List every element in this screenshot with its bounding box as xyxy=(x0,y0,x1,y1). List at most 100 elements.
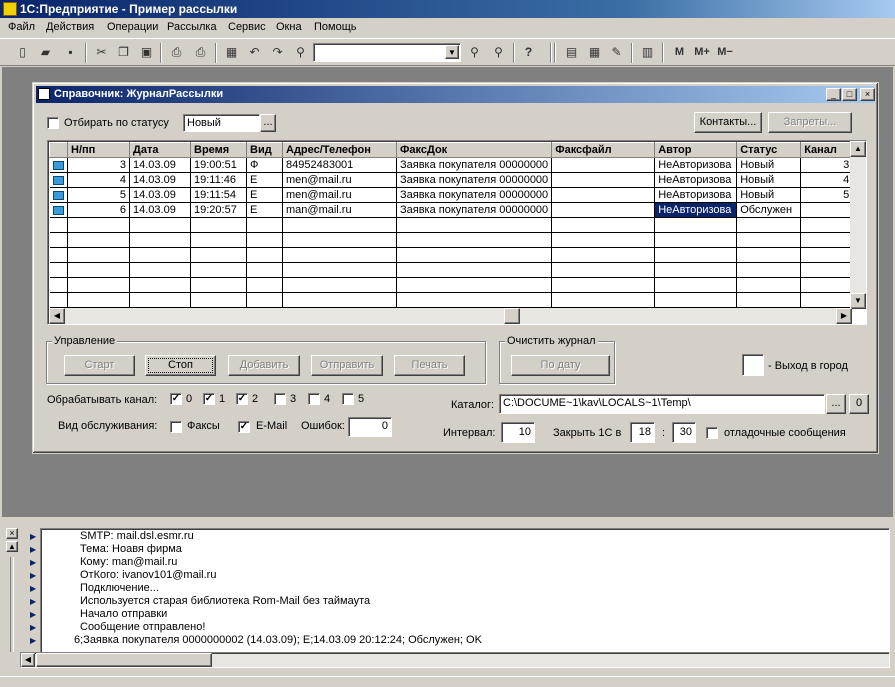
table-cell[interactable] xyxy=(736,277,802,293)
calendar-icon[interactable]: ▦ xyxy=(586,44,603,61)
table-cell[interactable] xyxy=(551,172,656,188)
table-cell[interactable]: 19:11:46 xyxy=(190,172,247,188)
table-cell[interactable] xyxy=(67,262,130,278)
channel-checkbox[interactable]: ✓ xyxy=(170,393,182,405)
column-header[interactable]: Автор xyxy=(654,142,738,158)
table-cell[interactable] xyxy=(396,232,553,248)
undo-icon[interactable]: ↶ xyxy=(246,44,263,61)
table-cell[interactable] xyxy=(551,247,656,263)
table-cell[interactable] xyxy=(282,262,397,278)
add-button[interactable]: Добавить xyxy=(228,355,300,376)
find-prev-icon[interactable]: ⚲ xyxy=(490,44,507,61)
column-header[interactable]: Адрес/Телефон xyxy=(282,142,397,158)
table-cell[interactable]: 14.03.09 xyxy=(129,202,191,218)
paste-icon[interactable]: ▣ xyxy=(138,44,155,61)
table-cell[interactable]: E xyxy=(246,187,283,203)
table-cell[interactable] xyxy=(800,232,854,248)
table-cell[interactable] xyxy=(282,217,397,233)
table-row[interactable] xyxy=(49,262,854,278)
table-cell[interactable] xyxy=(282,232,397,248)
catalog-browse-button[interactable]: ... xyxy=(826,394,846,414)
start-button[interactable]: Старт xyxy=(64,355,135,376)
column-header[interactable]: Вид xyxy=(246,142,283,158)
table-cell[interactable] xyxy=(396,292,553,308)
table-cell[interactable]: 5 xyxy=(67,187,130,203)
table-cell[interactable]: НеАвторизова xyxy=(654,172,738,188)
channel-checkbox[interactable] xyxy=(342,393,354,405)
table-cell[interactable] xyxy=(129,277,191,293)
table-cell[interactable]: Новый xyxy=(736,157,802,173)
table-cell[interactable] xyxy=(736,247,802,263)
table-cell[interactable] xyxy=(282,277,397,293)
table-cell[interactable] xyxy=(67,247,130,263)
clear-by-date-button[interactable]: По дату xyxy=(511,355,610,376)
table-cell[interactable] xyxy=(736,217,802,233)
panel-grip[interactable] xyxy=(10,557,14,652)
minimize-icon[interactable]: _ xyxy=(826,88,841,101)
table-cell[interactable] xyxy=(654,232,738,248)
filter-status-field[interactable]: Новый xyxy=(183,114,260,132)
memory-minus-button[interactable]: M− xyxy=(715,44,735,61)
table-cell[interactable] xyxy=(800,292,854,308)
save-icon[interactable]: ▪ xyxy=(62,44,79,61)
table-cell[interactable]: 14.03.09 xyxy=(129,172,191,188)
help-icon[interactable]: ? xyxy=(520,44,537,61)
table-row[interactable] xyxy=(49,232,854,248)
calc-icon[interactable]: ▦ xyxy=(223,44,240,61)
redo-icon[interactable]: ↷ xyxy=(269,44,286,61)
table-cell[interactable] xyxy=(551,292,656,308)
table-cell[interactable] xyxy=(736,232,802,248)
table-cell[interactable] xyxy=(67,277,130,293)
table-cell[interactable]: Заявка покупателя 00000000 xyxy=(396,202,553,218)
table-cell[interactable] xyxy=(800,202,854,218)
table-cell[interactable] xyxy=(190,277,247,293)
table-row[interactable]: 3 14.03.09 19:00:51 Ф 84952483001 Заявка поку… xyxy=(49,157,854,173)
close-icon[interactable]: × xyxy=(860,88,875,101)
table-cell[interactable] xyxy=(129,247,191,263)
channel-checkbox[interactable]: ✓ xyxy=(203,393,215,405)
table-cell[interactable] xyxy=(551,262,656,278)
new-icon[interactable]: ▯ xyxy=(14,44,31,61)
table-cell[interactable]: 3 xyxy=(800,157,854,173)
find-icon[interactable]: ⚲ xyxy=(292,44,309,61)
calculator-icon[interactable]: ▤ xyxy=(563,44,580,61)
catalog-zero-button[interactable]: 0 xyxy=(849,394,869,414)
table-row[interactable] xyxy=(49,277,854,293)
table-cell[interactable] xyxy=(551,232,656,248)
table-cell[interactable]: E xyxy=(246,172,283,188)
find-next-icon[interactable]: ⚲ xyxy=(466,44,483,61)
table-cell[interactable]: 84952483001 xyxy=(282,157,397,173)
table-cell[interactable]: Заявка покупателя 00000000 xyxy=(396,157,553,173)
table-cell[interactable] xyxy=(396,277,553,293)
table-cell[interactable]: men@mail.ru xyxy=(282,187,397,203)
table-row[interactable] xyxy=(49,247,854,263)
table-cell[interactable]: Обслужен xyxy=(736,202,802,218)
table-cell[interactable]: Заявка покупателя 00000000 xyxy=(396,172,553,188)
cut-icon[interactable]: ✂ xyxy=(93,44,110,61)
column-header[interactable]: ФаксДок xyxy=(395,142,553,158)
memory-plus-button[interactable]: M+ xyxy=(692,44,712,61)
menu-service[interactable]: Сервис xyxy=(228,21,266,33)
table-cell[interactable] xyxy=(67,232,130,248)
table-cell[interactable] xyxy=(67,292,130,308)
channel-checkbox[interactable]: ✓ xyxy=(236,393,248,405)
send-button[interactable]: Отправить xyxy=(311,355,383,376)
table-cell[interactable]: Ф xyxy=(246,157,283,173)
copy-icon[interactable]: ❐ xyxy=(115,44,132,61)
maximize-icon[interactable]: □ xyxy=(842,88,857,101)
table-cell[interactable]: НеАвторизова xyxy=(654,157,738,173)
scroll-up-icon[interactable]: ▲ xyxy=(850,141,866,157)
table-cell[interactable]: 19:20:57 xyxy=(190,202,247,218)
menu-operations[interactable]: Операции xyxy=(107,21,158,33)
menu-file[interactable]: Файл xyxy=(8,21,35,33)
menu-help[interactable]: Помощь xyxy=(314,21,357,33)
column-header[interactable]: Н/пп xyxy=(67,142,130,158)
table-cell[interactable] xyxy=(129,262,191,278)
table-cell[interactable]: Заявка покупателя 00000000 xyxy=(396,187,553,203)
table-cell[interactable]: 14.03.09 xyxy=(129,157,191,173)
grid-vertical-scrollbar[interactable]: ▲ ▼ xyxy=(850,141,866,309)
stop-button[interactable]: Стоп xyxy=(145,355,216,376)
email-checkbox[interactable]: ✓ xyxy=(238,421,250,433)
menu-windows[interactable]: Окна xyxy=(276,21,302,33)
table-cell[interactable]: man@mail.ru xyxy=(282,202,397,218)
